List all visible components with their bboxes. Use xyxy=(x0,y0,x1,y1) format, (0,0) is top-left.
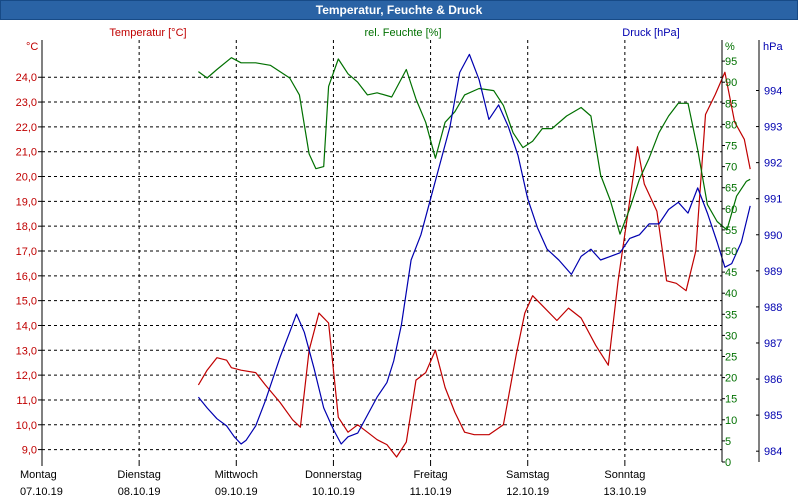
humidity-tick-label: 15 xyxy=(725,394,737,406)
humidity-tick-label: 35 xyxy=(725,309,737,321)
pressure-tick-label: 987 xyxy=(764,338,782,350)
x-date-label: 08.10.19 xyxy=(118,486,161,498)
temperature-tick-label: 23,0 xyxy=(16,97,37,109)
humidity-tick-label: 85 xyxy=(725,98,737,110)
temperature-tick-label: 16,0 xyxy=(16,271,37,283)
humidity-tick-label: 65 xyxy=(725,183,737,195)
pressure-tick-label: 990 xyxy=(764,230,782,242)
humidity-tick-label: 80 xyxy=(725,119,737,131)
humidity-tick-label: 90 xyxy=(725,77,737,89)
temperature-tick-label: 12,0 xyxy=(16,370,37,382)
x-day-label: Mittwoch xyxy=(215,469,258,481)
temperature-series-line xyxy=(197,71,751,458)
temperature-tick-label: 13,0 xyxy=(16,345,37,357)
temperature-tick-label: 9,0 xyxy=(22,445,37,457)
humidity-tick-label: 75 xyxy=(725,141,737,153)
chart-title: Temperatur, Feuchte & Druck xyxy=(315,3,483,17)
x-day-label: Sonntag xyxy=(604,469,645,481)
humidity-tick-label: 40 xyxy=(725,288,737,300)
x-date-label: 07.10.19 xyxy=(20,486,63,498)
pressure-tick-label: 993 xyxy=(764,122,782,134)
pressure-tick-label: 989 xyxy=(764,266,782,278)
temperature-tick-label: 14,0 xyxy=(16,320,37,332)
pressure-tick-label: 986 xyxy=(764,374,782,386)
temperature-tick-label: 20,0 xyxy=(16,172,37,184)
humidity-tick-label: 0 xyxy=(725,457,731,469)
x-day-label: Dienstag xyxy=(117,469,160,481)
humidity-axis-label: rel. Feuchte [%] xyxy=(364,27,441,39)
weather-chart: 9,0 10,0 11,0 12,0 13,0 14,0 15,0 16,0 17,0 18,0 1… xyxy=(16,27,784,498)
x-day-label: Samstag xyxy=(506,469,549,481)
humidity-tick-label: 25 xyxy=(725,352,737,364)
pressure-tick-label: 985 xyxy=(764,410,782,422)
x-date-label: 13.10.19 xyxy=(603,486,646,498)
temperature-tick-label: 22,0 xyxy=(16,122,37,134)
humidity-tick-label: 50 xyxy=(725,246,737,258)
humidity-tick-label: 95 xyxy=(725,56,737,68)
humidity-unit: % xyxy=(725,41,735,53)
humidity-tick-label: 45 xyxy=(725,267,737,279)
pressure-tick-label: 994 xyxy=(764,85,782,97)
temperature-tick-label: 18,0 xyxy=(16,221,37,233)
pressure-unit: hPa xyxy=(763,41,783,53)
humidity-series-line xyxy=(198,57,751,235)
x-day-label: Montag xyxy=(20,469,57,481)
temperature-tick-label: 10,0 xyxy=(16,420,37,432)
humidity-tick-label: 30 xyxy=(725,330,737,342)
temperature-tick-label: 19,0 xyxy=(16,196,37,208)
x-date-label: 12.10.19 xyxy=(506,486,549,498)
humidity-tick-label: 10 xyxy=(725,415,737,427)
pressure-axis-label: Druck [hPa] xyxy=(622,27,679,39)
x-date-label: 10.10.19 xyxy=(312,486,355,498)
temperature-tick-label: 21,0 xyxy=(16,147,37,159)
temperature-axis-label: Temperatur [°C] xyxy=(109,27,186,39)
pressure-series-line xyxy=(197,53,751,445)
pressure-tick-label: 988 xyxy=(764,302,782,314)
temperature-tick-label: 11,0 xyxy=(16,395,37,407)
x-day-label: Freitag xyxy=(413,469,447,481)
temperature-tick-label: 17,0 xyxy=(16,246,37,258)
x-date-label: 09.10.19 xyxy=(215,486,258,498)
humidity-tick-label: 5 xyxy=(725,436,731,448)
chart-title-bar: Temperatur, Feuchte & Druck xyxy=(0,0,798,20)
pressure-tick-label: 984 xyxy=(764,446,782,458)
x-date-label: 11.10.19 xyxy=(410,486,452,498)
humidity-tick-label: 70 xyxy=(725,162,737,174)
pressure-tick-label: 991 xyxy=(764,194,782,206)
humidity-tick-label: 60 xyxy=(725,204,737,216)
temperature-unit: °C xyxy=(26,41,38,53)
x-day-label: Donnerstag xyxy=(305,469,362,481)
temperature-tick-label: 15,0 xyxy=(16,296,37,308)
humidity-tick-label: 20 xyxy=(725,373,737,385)
pressure-tick-label: 992 xyxy=(764,158,782,170)
temperature-tick-label: 24,0 xyxy=(16,72,37,84)
humidity-tick-label: 55 xyxy=(725,225,737,237)
